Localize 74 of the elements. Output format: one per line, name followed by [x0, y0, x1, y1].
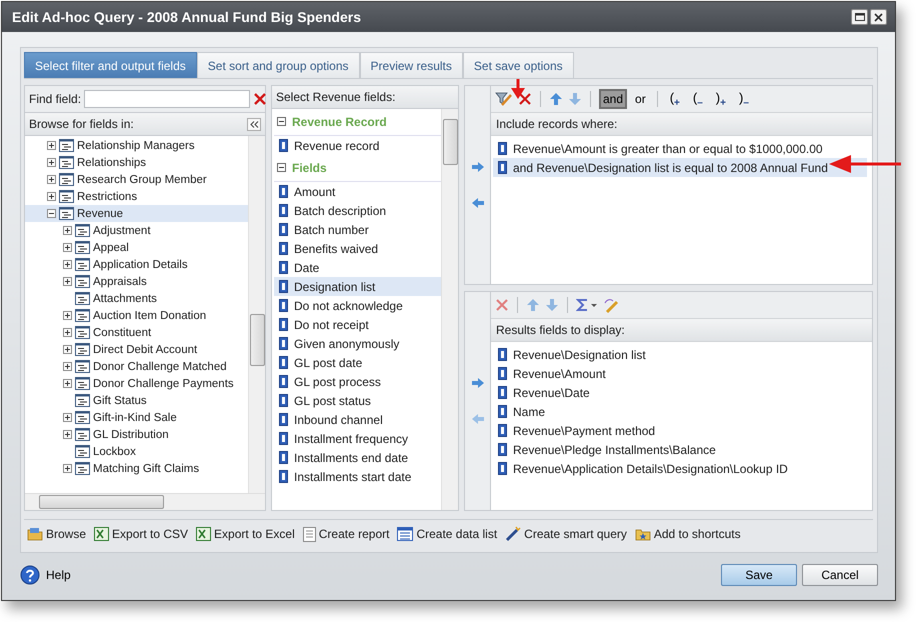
result-field-row[interactable]: Name — [493, 402, 867, 421]
tree-item[interactable]: Auction Item Donation — [25, 307, 248, 324]
field-item[interactable]: GL post date — [274, 353, 441, 372]
field-item[interactable]: Inbound channel — [274, 410, 441, 429]
action-link[interactable]: Export to Excel — [196, 527, 295, 541]
tree-item[interactable]: Research Group Member — [25, 171, 248, 188]
field-item[interactable]: Benefits waived — [274, 239, 441, 258]
tree-item[interactable]: Revenue — [25, 205, 248, 222]
field-item[interactable]: Given anonymously — [274, 334, 441, 353]
result-field-row[interactable]: Revenue\Designation list — [493, 345, 867, 364]
field-item[interactable]: Installment frequency — [274, 429, 441, 448]
field-item[interactable]: Revenue record — [274, 136, 441, 155]
tree-item[interactable]: Matching Gift Claims — [25, 460, 248, 477]
result-field-row[interactable]: Revenue\Date — [493, 383, 867, 402]
tree-item[interactable]: Adjustment — [25, 222, 248, 239]
result-field-row[interactable]: Revenue\Payment method — [493, 421, 867, 440]
tree-item[interactable]: Appraisals — [25, 273, 248, 290]
action-link[interactable]: Browse — [27, 527, 86, 541]
field-item[interactable]: Do not acknowledge — [274, 296, 441, 315]
tree-item[interactable]: Lockbox — [25, 443, 248, 460]
action-link[interactable]: Create data list — [397, 527, 498, 541]
parenthesis-button[interactable]: ($_{+}$ — [666, 90, 684, 108]
tree-item[interactable]: GL Distribution — [25, 426, 248, 443]
tab[interactable]: Preview results — [360, 52, 463, 78]
field-item[interactable]: Designation list — [274, 277, 441, 296]
pane-header: Select Revenue fields: — [276, 90, 396, 104]
parenthesis-button[interactable]: )$_{+}$ — [712, 90, 730, 108]
group-title: Fields — [292, 161, 327, 175]
result-field-row[interactable]: Revenue\Application Details\Designation\Lookup ID — [493, 459, 867, 478]
action-link[interactable]: Create smart query — [505, 526, 627, 542]
field-item[interactable]: Installments start date — [274, 467, 441, 486]
section-header: Results fields to display: — [491, 319, 872, 342]
operator-toggle[interactable]: and — [599, 89, 628, 109]
pane-header: Browse for fields in: — [29, 117, 134, 131]
tree-item[interactable]: Gift Status — [25, 392, 248, 409]
tab[interactable]: Set sort and group options — [196, 52, 360, 78]
field-item[interactable]: Do not receipt — [274, 315, 441, 334]
action-link[interactable]: Export to CSV — [94, 527, 188, 541]
tree-item[interactable]: Relationships — [25, 154, 248, 171]
action-link[interactable]: Create report — [302, 526, 390, 542]
save-button[interactable]: Save — [721, 564, 797, 586]
operator-toggle[interactable]: or — [632, 90, 649, 108]
field-item[interactable]: Date — [274, 258, 441, 277]
filter-row[interactable]: and Revenue\Designation list is equal to 2008 Annual Fund — [493, 158, 867, 177]
field-item[interactable]: GL post status — [274, 391, 441, 410]
result-field-row[interactable]: Revenue\Amount — [493, 364, 867, 383]
field-item[interactable]: Batch number — [274, 220, 441, 239]
tree-item[interactable]: Direct Debit Account — [25, 341, 248, 358]
field-item[interactable]: Batch description — [274, 201, 441, 220]
tree-item[interactable]: Donor Challenge Matched — [25, 358, 248, 375]
filter-row[interactable]: Revenue\Amount is greater than or equal to $1000,000.00 — [493, 139, 867, 158]
field-item[interactable]: Amount — [274, 182, 441, 201]
tree-item[interactable]: Relationship Managers — [25, 137, 248, 154]
section-header: Include records where: — [491, 113, 872, 136]
tree-item[interactable]: Gift-in-Kind Sale — [25, 409, 248, 426]
field-item[interactable]: GL post process — [274, 372, 441, 391]
parenthesis-button[interactable]: )$_{–}$ — [734, 90, 753, 108]
cancel-button[interactable]: Cancel — [802, 564, 878, 586]
tree-item[interactable]: Application Details — [25, 256, 248, 273]
tree-item[interactable]: Constituent — [25, 324, 248, 341]
group-title: Revenue Record — [292, 115, 387, 129]
tree-item[interactable]: Attachments — [25, 290, 248, 307]
find-field-label: Find field: — [29, 92, 82, 106]
tree-item[interactable]: Appeal — [25, 239, 248, 256]
action-link[interactable]: Add to shortcuts — [634, 527, 741, 541]
tab[interactable]: Set save options — [462, 52, 574, 78]
tree-item[interactable]: Restrictions — [25, 188, 248, 205]
parenthesis-button[interactable]: ($_{–}$ — [688, 90, 707, 108]
tree-item[interactable]: Donor Challenge Payments — [25, 375, 248, 392]
tab[interactable]: Select filter and output fields — [24, 52, 197, 78]
window-title: Edit Ad-hoc Query - 2008 Annual Fund Big Spenders — [12, 9, 362, 25]
field-item[interactable]: Installments end date — [274, 448, 441, 467]
help-link[interactable]: Help — [20, 564, 71, 584]
result-field-row[interactable]: Revenue\Pledge Installments\Balance — [493, 440, 867, 459]
